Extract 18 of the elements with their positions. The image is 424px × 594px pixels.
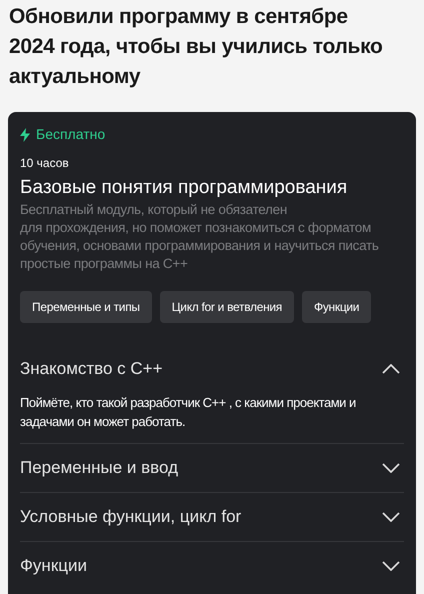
- chevron-up-icon: [382, 364, 400, 374]
- course-title: Базовые понятия программирования: [20, 176, 348, 200]
- accordion-header[interactable]: Условные функции, цикл for: [20, 493, 404, 541]
- price-label: Бесплатно: [36, 125, 106, 144]
- topic-tag: Переменные и типы: [20, 291, 152, 323]
- accordion-header[interactable]: Знакомство с C++: [20, 345, 404, 393]
- topic-tag: Функции: [302, 291, 372, 323]
- lightning-icon: [20, 128, 30, 142]
- chevron-down-icon: [382, 561, 400, 571]
- page-heading: Обновили программу в сентябре 2024 года, чтобы вы учились только актуальному: [8, 4, 384, 90]
- topic-tag: Цикл for и ветвления: [160, 291, 294, 323]
- chevron-down-icon: [382, 463, 400, 473]
- duration-label: 10 часов: [20, 155, 70, 172]
- accordion-header[interactable]: Переменные и ввод: [20, 444, 404, 492]
- accordion-header[interactable]: Функции: [20, 542, 404, 590]
- section-description: Поймёте, кто такой разработчик C++ , с какими проектами и задачами он может работать.: [20, 394, 357, 431]
- chevron-down-icon: [382, 512, 400, 522]
- course-description: Бесплатный модуль, который не обязателен для прохождения, но поможет познакомиться с форматом обучения, основами программирования и научиться писать простые программы на C++: [20, 201, 380, 273]
